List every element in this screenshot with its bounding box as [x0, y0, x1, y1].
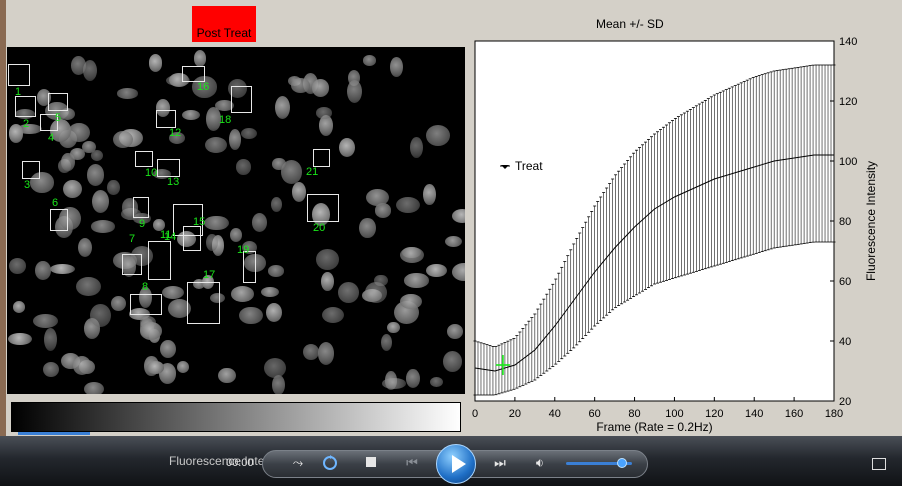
x-tick-label: 60 — [589, 408, 601, 420]
legend-label: Treat — [515, 159, 543, 173]
y-tick-label: 120 — [839, 96, 857, 108]
play-icon — [452, 455, 466, 473]
next-icon[interactable]: ⏭ — [486, 455, 514, 471]
stop-icon[interactable] — [364, 455, 378, 469]
y-axis-label: Fluorescence Intensity — [864, 161, 878, 281]
x-tick-label: 80 — [628, 408, 640, 420]
x-tick-label: 140 — [745, 408, 763, 420]
y-tick-label: 140 — [839, 36, 857, 48]
x-tick-label: 40 — [549, 408, 561, 420]
x-tick-label: 20 — [509, 408, 521, 420]
y-tick-label: 60 — [839, 276, 851, 288]
x-tick-label: 100 — [665, 408, 683, 420]
previous-icon[interactable]: ⏮ — [398, 455, 426, 471]
play-button[interactable] — [436, 444, 476, 484]
x-tick-label: 160 — [785, 408, 803, 420]
x-axis-label: Frame (Rate = 0.2Hz) — [596, 420, 712, 434]
x-tick-label: 180 — [825, 408, 843, 420]
repeat-icon[interactable] — [320, 453, 340, 473]
elapsed-time: 00:00 — [226, 457, 254, 469]
y-tick-label: 40 — [839, 336, 851, 348]
volume-icon[interactable]: 🔉︎ — [530, 454, 550, 472]
y-tick-label: 100 — [839, 156, 857, 168]
x-tick-label: 120 — [705, 408, 723, 420]
x-tick-label: 0 — [472, 408, 478, 420]
fullscreen-icon[interactable] — [872, 458, 886, 470]
y-tick-label: 20 — [839, 396, 851, 408]
mean-sd-chart: 0 20 40 60 80 100 120 140 160 1802040608010012014… — [472, 36, 878, 434]
shuffle-icon[interactable]: ⤳ — [288, 454, 308, 472]
y-tick-label: 80 — [839, 216, 851, 228]
